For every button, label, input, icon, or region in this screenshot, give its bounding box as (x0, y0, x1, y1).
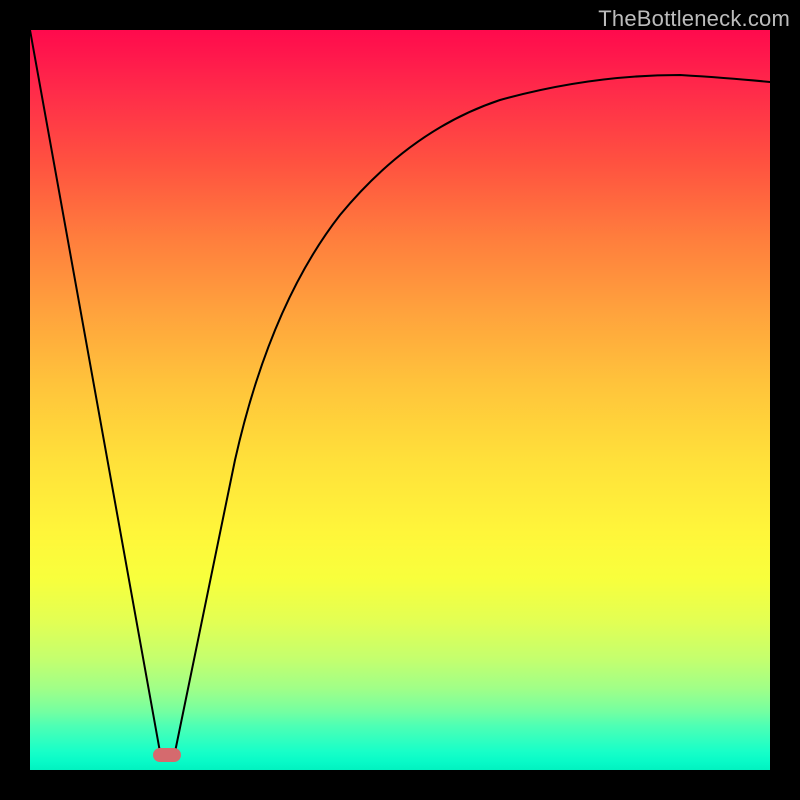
curve-right-limb (175, 75, 770, 752)
minimum-marker (153, 748, 181, 762)
watermark-text: TheBottleneck.com (598, 6, 790, 32)
plot-area (30, 30, 770, 770)
curve-left-limb (30, 30, 160, 752)
bottleneck-curve (30, 30, 770, 770)
chart-frame: TheBottleneck.com (0, 0, 800, 800)
